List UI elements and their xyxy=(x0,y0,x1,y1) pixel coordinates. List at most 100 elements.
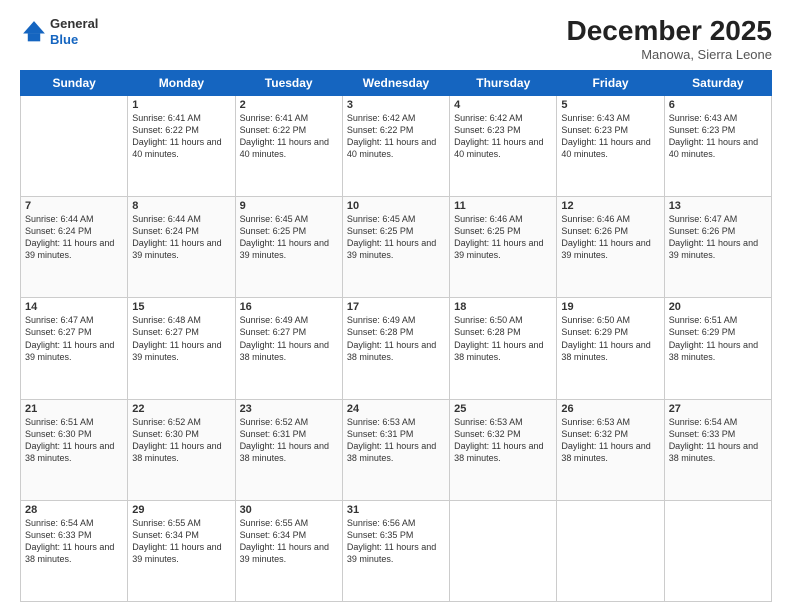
cell-info: Sunrise: 6:53 AMSunset: 6:32 PMDaylight:… xyxy=(561,416,659,465)
table-row xyxy=(450,500,557,601)
day-number: 1 xyxy=(132,99,230,111)
logo-blue: Blue xyxy=(50,32,98,48)
col-friday: Friday xyxy=(557,70,664,95)
cell-info: Sunrise: 6:48 AMSunset: 6:27 PMDaylight:… xyxy=(132,314,230,363)
cell-info: Sunrise: 6:46 AMSunset: 6:25 PMDaylight:… xyxy=(454,213,552,262)
table-row: 11Sunrise: 6:46 AMSunset: 6:25 PMDayligh… xyxy=(450,197,557,298)
col-sunday: Sunday xyxy=(21,70,128,95)
day-number: 7 xyxy=(25,200,123,212)
cell-info: Sunrise: 6:42 AMSunset: 6:23 PMDaylight:… xyxy=(454,112,552,161)
table-row: 28Sunrise: 6:54 AMSunset: 6:33 PMDayligh… xyxy=(21,500,128,601)
day-number: 4 xyxy=(454,99,552,111)
table-row: 20Sunrise: 6:51 AMSunset: 6:29 PMDayligh… xyxy=(664,298,771,399)
table-row: 25Sunrise: 6:53 AMSunset: 6:32 PMDayligh… xyxy=(450,399,557,500)
day-number: 19 xyxy=(561,301,659,313)
cell-info: Sunrise: 6:42 AMSunset: 6:22 PMDaylight:… xyxy=(347,112,445,161)
day-number: 16 xyxy=(240,301,338,313)
col-wednesday: Wednesday xyxy=(342,70,449,95)
table-row: 24Sunrise: 6:53 AMSunset: 6:31 PMDayligh… xyxy=(342,399,449,500)
cell-info: Sunrise: 6:54 AMSunset: 6:33 PMDaylight:… xyxy=(25,517,123,566)
day-number: 8 xyxy=(132,200,230,212)
day-number: 29 xyxy=(132,504,230,516)
day-number: 20 xyxy=(669,301,767,313)
table-row: 12Sunrise: 6:46 AMSunset: 6:26 PMDayligh… xyxy=(557,197,664,298)
cell-info: Sunrise: 6:51 AMSunset: 6:29 PMDaylight:… xyxy=(669,314,767,363)
location: Manowa, Sierra Leone xyxy=(567,47,772,62)
cell-info: Sunrise: 6:53 AMSunset: 6:31 PMDaylight:… xyxy=(347,416,445,465)
table-row: 30Sunrise: 6:55 AMSunset: 6:34 PMDayligh… xyxy=(235,500,342,601)
day-number: 25 xyxy=(454,403,552,415)
day-number: 23 xyxy=(240,403,338,415)
table-row: 3Sunrise: 6:42 AMSunset: 6:22 PMDaylight… xyxy=(342,95,449,196)
header: General Blue December 2025 Manowa, Sierr… xyxy=(20,16,772,62)
day-number: 31 xyxy=(347,504,445,516)
day-number: 27 xyxy=(669,403,767,415)
cell-info: Sunrise: 6:41 AMSunset: 6:22 PMDaylight:… xyxy=(132,112,230,161)
table-row: 29Sunrise: 6:55 AMSunset: 6:34 PMDayligh… xyxy=(128,500,235,601)
week-row-3: 21Sunrise: 6:51 AMSunset: 6:30 PMDayligh… xyxy=(21,399,772,500)
table-row xyxy=(664,500,771,601)
month-year: December 2025 xyxy=(567,16,772,47)
day-number: 2 xyxy=(240,99,338,111)
cell-info: Sunrise: 6:44 AMSunset: 6:24 PMDaylight:… xyxy=(25,213,123,262)
col-thursday: Thursday xyxy=(450,70,557,95)
day-number: 28 xyxy=(25,504,123,516)
col-monday: Monday xyxy=(128,70,235,95)
day-number: 30 xyxy=(240,504,338,516)
table-row: 23Sunrise: 6:52 AMSunset: 6:31 PMDayligh… xyxy=(235,399,342,500)
cell-info: Sunrise: 6:47 AMSunset: 6:27 PMDaylight:… xyxy=(25,314,123,363)
day-number: 22 xyxy=(132,403,230,415)
table-row: 8Sunrise: 6:44 AMSunset: 6:24 PMDaylight… xyxy=(128,197,235,298)
col-saturday: Saturday xyxy=(664,70,771,95)
cell-info: Sunrise: 6:45 AMSunset: 6:25 PMDaylight:… xyxy=(240,213,338,262)
cell-info: Sunrise: 6:43 AMSunset: 6:23 PMDaylight:… xyxy=(561,112,659,161)
week-row-4: 28Sunrise: 6:54 AMSunset: 6:33 PMDayligh… xyxy=(21,500,772,601)
day-number: 14 xyxy=(25,301,123,313)
calendar-table: Sunday Monday Tuesday Wednesday Thursday… xyxy=(20,70,772,602)
cell-info: Sunrise: 6:56 AMSunset: 6:35 PMDaylight:… xyxy=(347,517,445,566)
header-row: Sunday Monday Tuesday Wednesday Thursday… xyxy=(21,70,772,95)
cell-info: Sunrise: 6:52 AMSunset: 6:31 PMDaylight:… xyxy=(240,416,338,465)
table-row: 6Sunrise: 6:43 AMSunset: 6:23 PMDaylight… xyxy=(664,95,771,196)
cell-info: Sunrise: 6:54 AMSunset: 6:33 PMDaylight:… xyxy=(669,416,767,465)
table-row: 27Sunrise: 6:54 AMSunset: 6:33 PMDayligh… xyxy=(664,399,771,500)
day-number: 10 xyxy=(347,200,445,212)
table-row xyxy=(21,95,128,196)
cell-info: Sunrise: 6:55 AMSunset: 6:34 PMDaylight:… xyxy=(132,517,230,566)
table-row: 19Sunrise: 6:50 AMSunset: 6:29 PMDayligh… xyxy=(557,298,664,399)
table-row: 16Sunrise: 6:49 AMSunset: 6:27 PMDayligh… xyxy=(235,298,342,399)
page: General Blue December 2025 Manowa, Sierr… xyxy=(0,0,792,612)
day-number: 17 xyxy=(347,301,445,313)
day-number: 24 xyxy=(347,403,445,415)
table-row xyxy=(557,500,664,601)
table-row: 2Sunrise: 6:41 AMSunset: 6:22 PMDaylight… xyxy=(235,95,342,196)
table-row: 21Sunrise: 6:51 AMSunset: 6:30 PMDayligh… xyxy=(21,399,128,500)
table-row: 26Sunrise: 6:53 AMSunset: 6:32 PMDayligh… xyxy=(557,399,664,500)
cell-info: Sunrise: 6:53 AMSunset: 6:32 PMDaylight:… xyxy=(454,416,552,465)
table-row: 5Sunrise: 6:43 AMSunset: 6:23 PMDaylight… xyxy=(557,95,664,196)
day-number: 13 xyxy=(669,200,767,212)
table-row: 1Sunrise: 6:41 AMSunset: 6:22 PMDaylight… xyxy=(128,95,235,196)
day-number: 6 xyxy=(669,99,767,111)
col-tuesday: Tuesday xyxy=(235,70,342,95)
day-number: 11 xyxy=(454,200,552,212)
cell-info: Sunrise: 6:55 AMSunset: 6:34 PMDaylight:… xyxy=(240,517,338,566)
cell-info: Sunrise: 6:41 AMSunset: 6:22 PMDaylight:… xyxy=(240,112,338,161)
week-row-0: 1Sunrise: 6:41 AMSunset: 6:22 PMDaylight… xyxy=(21,95,772,196)
day-number: 26 xyxy=(561,403,659,415)
day-number: 9 xyxy=(240,200,338,212)
table-row: 10Sunrise: 6:45 AMSunset: 6:25 PMDayligh… xyxy=(342,197,449,298)
day-number: 12 xyxy=(561,200,659,212)
cell-info: Sunrise: 6:50 AMSunset: 6:29 PMDaylight:… xyxy=(561,314,659,363)
table-row: 18Sunrise: 6:50 AMSunset: 6:28 PMDayligh… xyxy=(450,298,557,399)
logo: General Blue xyxy=(20,16,98,47)
day-number: 18 xyxy=(454,301,552,313)
cell-info: Sunrise: 6:46 AMSunset: 6:26 PMDaylight:… xyxy=(561,213,659,262)
logo-general: General xyxy=(50,16,98,32)
table-row: 31Sunrise: 6:56 AMSunset: 6:35 PMDayligh… xyxy=(342,500,449,601)
cell-info: Sunrise: 6:44 AMSunset: 6:24 PMDaylight:… xyxy=(132,213,230,262)
table-row: 17Sunrise: 6:49 AMSunset: 6:28 PMDayligh… xyxy=(342,298,449,399)
table-row: 7Sunrise: 6:44 AMSunset: 6:24 PMDaylight… xyxy=(21,197,128,298)
cell-info: Sunrise: 6:49 AMSunset: 6:27 PMDaylight:… xyxy=(240,314,338,363)
title-block: December 2025 Manowa, Sierra Leone xyxy=(567,16,772,62)
